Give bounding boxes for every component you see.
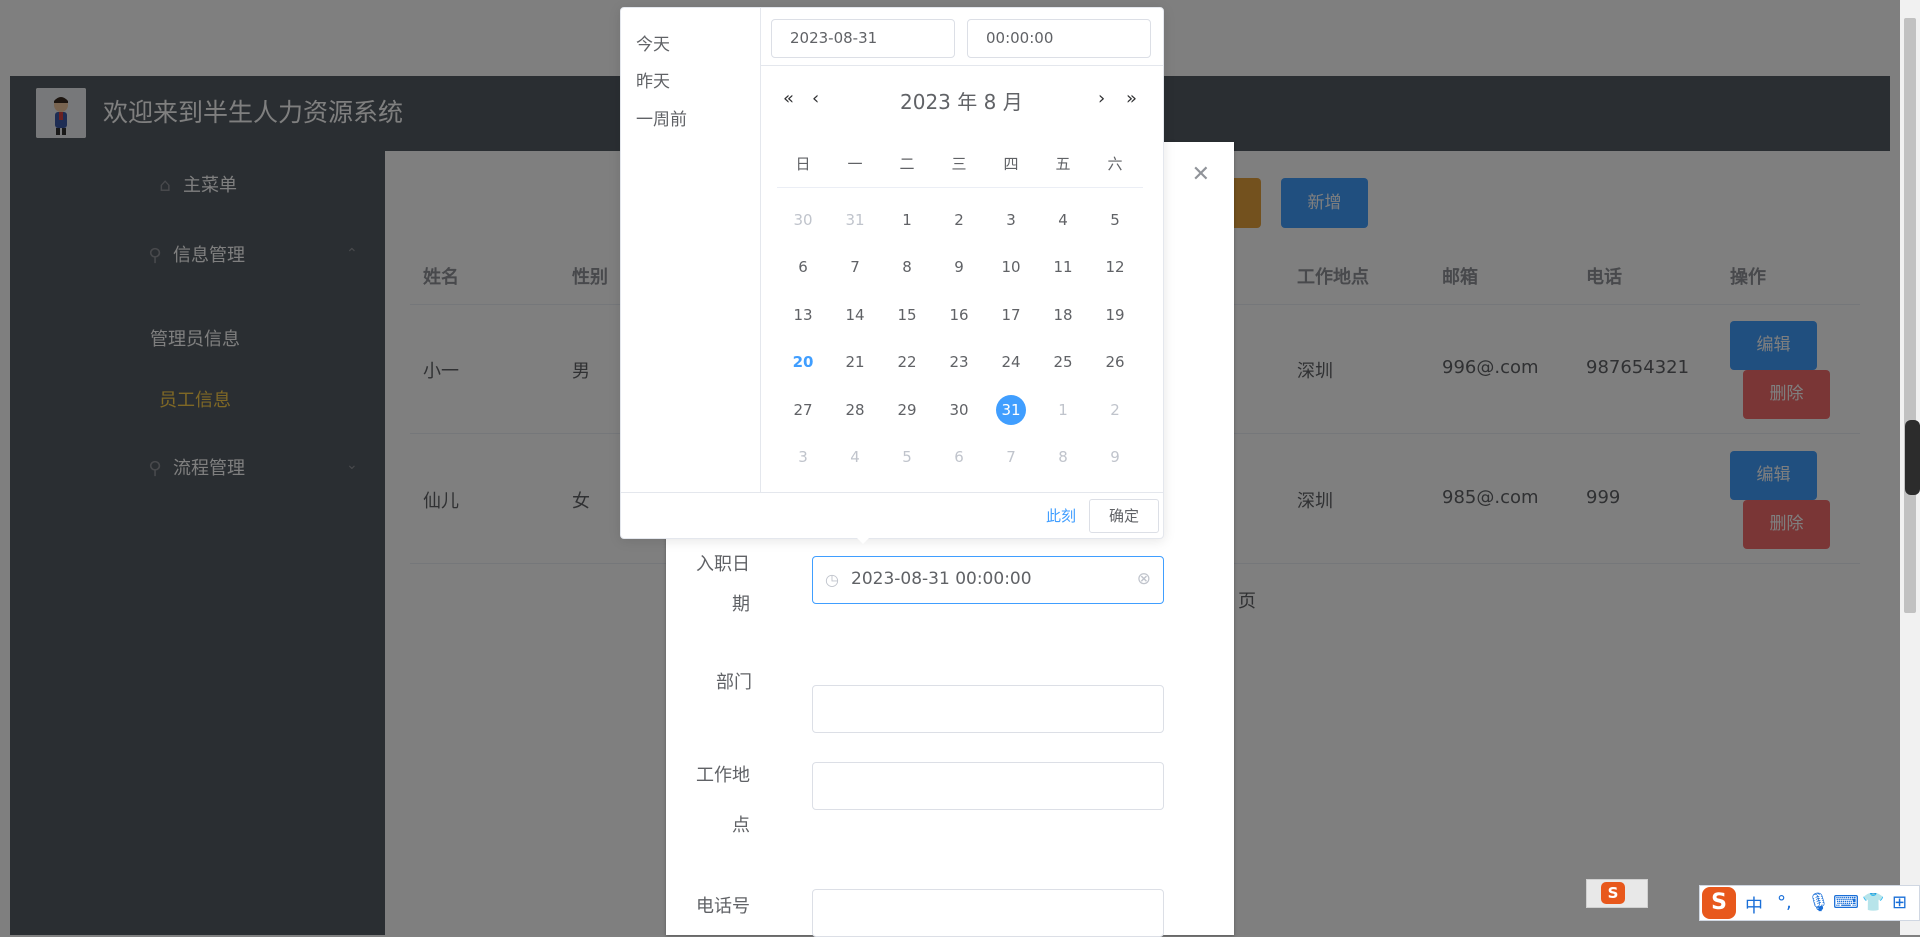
picker-date-input[interactable]: 2023-08-31 [771,19,955,58]
day-cell[interactable]: 6 [777,252,829,282]
day-cell[interactable]: 4 [829,442,881,472]
day-cell[interactable]: 31 [829,205,881,235]
grid-menu-icon[interactable]: ⊞ [1892,892,1907,913]
day-cell[interactable]: 5 [881,442,933,472]
prev-month-icon[interactable]: ‹ [812,88,819,109]
weekday-divider [777,187,1143,188]
day-cell[interactable]: 13 [777,300,829,330]
day-cell[interactable]: 28 [829,395,881,425]
day-cell[interactable]: 25 [1037,347,1089,377]
picker-pointer [856,537,870,544]
sogou-logo-icon: S [1601,882,1625,904]
day-cell[interactable]: 23 [933,347,985,377]
next-month-icon[interactable]: › [1098,88,1105,109]
picker-footer: 此刻 确定 [621,492,1163,539]
day-cell[interactable]: 3 [985,205,1037,235]
weekday-label: 四 [1003,155,1019,173]
day-cell[interactable]: 22 [881,347,933,377]
day-cell[interactable]: 30 [777,205,829,235]
weekday-label: 三 [951,155,967,173]
phone-input[interactable] [812,889,1164,937]
day-cell[interactable]: 2 [1089,395,1141,425]
next-year-icon[interactable]: » [1126,88,1137,109]
close-icon[interactable]: ✕ [1192,164,1210,186]
scrollbar-thumb[interactable] [1904,18,1916,613]
day-cell[interactable]: 7 [829,252,881,282]
picker-month-label: 2023 年 8 月 [900,90,1023,114]
weekday-label: 日 [795,155,811,173]
ime-language[interactable]: 中 [1745,892,1763,918]
hire-date-label: 入职日 期 [696,554,750,615]
day-cell[interactable]: 17 [985,300,1037,330]
day-cell[interactable]: 9 [933,252,985,282]
day-cell[interactable]: 3 [777,442,829,472]
day-cell[interactable]: 4 [1037,205,1089,235]
prev-year-icon[interactable]: « [783,88,794,109]
clear-icon[interactable]: ⊗ [1137,569,1151,589]
clock-icon: ◷ [825,570,839,589]
day-cell[interactable]: 14 [829,300,881,330]
day-cell[interactable]: 8 [881,252,933,282]
keyboard-icon[interactable]: ⌨ [1833,892,1859,913]
day-cell[interactable]: 19 [1089,300,1141,330]
hire-date-input[interactable]: ◷ 2023-08-31 00:00:00 ⊗ [812,556,1164,604]
confirm-button[interactable]: 确定 [1089,499,1159,533]
shortcut-today[interactable]: 今天 [636,30,670,55]
ime-mini-toolbar[interactable]: S [1586,879,1648,908]
shortcut-yesterday[interactable]: 昨天 [636,67,670,92]
day-cell[interactable]: 21 [829,347,881,377]
skin-icon[interactable]: 👕 [1862,892,1884,913]
day-cell[interactable]: 30 [933,395,985,425]
phone-label: 电话号 [696,896,750,917]
day-cell[interactable]: 20 [777,347,829,377]
day-cell[interactable]: 18 [1037,300,1089,330]
hire-date-value: 2023-08-31 00:00:00 [851,569,1032,589]
day-cell[interactable]: 24 [985,347,1037,377]
day-cell[interactable]: 16 [933,300,985,330]
weekday-label: 五 [1055,155,1071,173]
sogou-logo-icon[interactable]: S [1702,887,1736,919]
punctuation-icon[interactable]: °, [1777,892,1792,913]
weekday-label: 一 [847,155,863,173]
day-cell[interactable]: 1 [881,205,933,235]
picker-divider [760,65,1163,66]
day-cell[interactable]: 5 [1089,205,1141,235]
shortcut-week-ago[interactable]: 一周前 [636,105,687,130]
day-cell[interactable]: 29 [881,395,933,425]
department-label: 部门 [716,672,752,693]
microphone-icon[interactable]: 🎙 [1807,892,1830,913]
work-location-input[interactable] [812,762,1164,810]
now-button[interactable]: 此刻 [1046,505,1076,526]
day-cell[interactable]: 8 [1037,442,1089,472]
day-cell[interactable]: 12 [1089,252,1141,282]
day-cell[interactable]: 10 [985,252,1037,282]
day-cell[interactable]: 27 [777,395,829,425]
day-cell[interactable]: 7 [985,442,1037,472]
day-cell[interactable]: 26 [1089,347,1141,377]
weekday-label: 六 [1107,155,1123,173]
day-cell-selected[interactable]: 31 [985,395,1037,425]
day-cell[interactable]: 6 [933,442,985,472]
weekday-label: 二 [899,155,915,173]
day-cell[interactable]: 1 [1037,395,1089,425]
day-cell[interactable]: 11 [1037,252,1089,282]
ime-toolbar: S 中 °, 🎙 ⌨ 👕 ⊞ [1699,885,1920,921]
day-cell[interactable]: 9 [1089,442,1141,472]
day-cell[interactable]: 15 [881,300,933,330]
department-input[interactable] [812,685,1164,733]
day-cell[interactable]: 2 [933,205,985,235]
side-widget[interactable] [1905,420,1920,495]
work-location-label: 工作地 点 [696,765,750,836]
picker-shortcuts: 今天 昨天 一周前 [621,8,761,492]
picker-time-input[interactable]: 00:00:00 [967,19,1151,58]
datetime-picker: 今天 昨天 一周前 2023-08-31 00:00:00 « ‹ 2023 年… [620,7,1164,539]
